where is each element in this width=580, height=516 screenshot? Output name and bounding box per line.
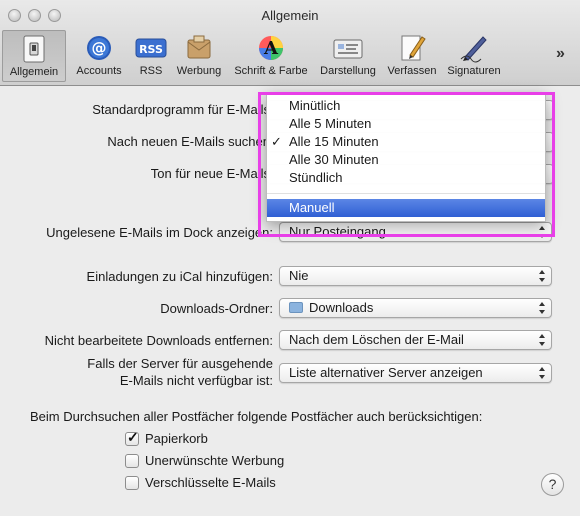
viewing-icon xyxy=(332,32,364,64)
switch-icon xyxy=(18,33,50,65)
toolbar-item-verfassen[interactable]: Verfassen xyxy=(382,30,442,82)
encrypted-checkbox[interactable] xyxy=(125,475,139,490)
help-button[interactable]: ? xyxy=(541,473,564,496)
toolbar-item-allgemein[interactable]: Allgemein xyxy=(2,30,66,82)
menu-item-label: Alle 30 Minuten xyxy=(289,152,379,167)
svg-text:@: @ xyxy=(92,39,107,57)
downloads-folder-value: Downloads xyxy=(309,300,374,315)
menu-item-label: Stündlich xyxy=(289,170,343,185)
downloads-folder-popup[interactable]: Downloads xyxy=(279,298,552,318)
toolbar-label: Darstellung xyxy=(320,65,376,77)
menu-item-label: Minütlich xyxy=(289,98,341,113)
remove-downloads-label: Nicht bearbeitete Downloads entfernen: xyxy=(44,333,273,348)
junk-checkbox[interactable] xyxy=(125,453,139,468)
svg-text:RSS: RSS xyxy=(139,43,163,56)
popup-arrows-icon xyxy=(539,367,545,379)
toolbar-label: Werbung xyxy=(176,65,222,77)
checkbox-row-trash[interactable]: Papierkorb xyxy=(125,429,208,446)
menu-item-every-15-min[interactable]: ✓ Alle 15 Minuten xyxy=(267,133,545,151)
encrypted-checkbox-label: Verschlüsselte E-Mails xyxy=(145,475,276,490)
junk-mail-icon xyxy=(183,32,215,64)
dock-unread-value: Nur Posteingang xyxy=(289,224,386,239)
compose-icon xyxy=(396,32,428,64)
server-unavailable-popup[interactable]: Liste alternativer Server anzeigen xyxy=(279,363,552,383)
toolbar-label: Allgemein xyxy=(9,66,59,78)
popup-arrows-icon xyxy=(539,302,545,314)
default-mail-label: Standardprogramm für E-Mails xyxy=(92,102,270,117)
window-titlebar: Allgemein Allgemein @ Accounts RSS RSS W… xyxy=(0,0,580,86)
popup-arrows-icon xyxy=(539,226,545,238)
popup-arrows-icon xyxy=(539,270,545,282)
menu-item-manual[interactable]: Manuell xyxy=(267,199,545,217)
ical-invitations-label: Einladungen zu iCal hinzufügen: xyxy=(86,269,273,284)
toolbar-label: Signaturen xyxy=(447,65,501,77)
toolbar-label: RSS xyxy=(139,65,163,77)
ical-invitations-popup[interactable]: Nie xyxy=(279,266,552,286)
ical-invitations-value: Nie xyxy=(289,268,309,283)
menu-item-label: Alle 5 Minuten xyxy=(289,116,372,131)
menu-item-every-5-min[interactable]: Alle 5 Minuten xyxy=(267,115,545,133)
toolbar-item-rss[interactable]: RSS RSS xyxy=(132,30,170,82)
remove-downloads-popup[interactable]: Nach dem Löschen der E-Mail xyxy=(279,330,552,350)
signature-pen-icon xyxy=(458,32,490,64)
menu-item-hourly[interactable]: Stündlich xyxy=(267,169,545,187)
svg-text:A: A xyxy=(263,38,279,59)
popup-arrows-icon xyxy=(539,334,545,346)
folder-icon xyxy=(289,302,303,313)
at-sign-icon: @ xyxy=(83,32,115,64)
toolbar-label: Schrift & Farbe xyxy=(234,65,308,77)
checkmark-icon: ✓ xyxy=(271,134,282,149)
server-unavailable-label-line1: Falls der Server für ausgehende xyxy=(87,356,273,371)
toolbar-label: Verfassen xyxy=(387,65,437,77)
server-unavailable-value: Liste alternativer Server anzeigen xyxy=(289,365,483,380)
menu-item-label: Alle 15 Minuten xyxy=(289,134,379,149)
checkbox-row-encrypted[interactable]: Verschlüsselte E-Mails xyxy=(125,475,276,490)
toolbar-label: Accounts xyxy=(76,65,122,77)
font-color-icon: A xyxy=(255,32,287,64)
search-mailboxes-label: Beim Durchsuchen aller Postfächer folgen… xyxy=(30,409,483,424)
new-mail-sound-label: Ton für neue E-Mails xyxy=(150,166,270,181)
junk-checkbox-label: Unerwünschte Werbung xyxy=(145,453,285,468)
downloads-folder-label: Downloads-Ordner: xyxy=(160,301,273,316)
menu-item-every-30-min[interactable]: Alle 30 Minuten xyxy=(267,151,545,169)
preferences-toolbar: Allgemein @ Accounts RSS RSS Werbung A S… xyxy=(2,30,506,82)
trash-checkbox[interactable] xyxy=(125,429,139,446)
toolbar-overflow-button[interactable]: » xyxy=(556,45,565,63)
checkbox-row-junk[interactable]: Unerwünschte Werbung xyxy=(125,453,284,468)
check-new-mail-label: Nach neuen E-Mails suchen xyxy=(107,134,270,149)
menu-separator xyxy=(267,193,545,194)
toolbar-item-schrift-farbe[interactable]: A Schrift & Farbe xyxy=(228,30,314,82)
toolbar-item-accounts[interactable]: @ Accounts xyxy=(66,30,132,82)
trash-checkbox-label: Papierkorb xyxy=(145,431,208,446)
check-interval-menu: Minütlich Alle 5 Minuten ✓ Alle 15 Minute… xyxy=(266,92,546,222)
window-title: Allgemein xyxy=(261,8,319,23)
dock-unread-label: Ungelesene E-Mails im Dock anzeigen: xyxy=(46,225,273,240)
dock-unread-popup[interactable]: Nur Posteingang xyxy=(279,222,552,242)
toolbar-item-darstellung[interactable]: Darstellung xyxy=(314,30,382,82)
toolbar-item-werbung[interactable]: Werbung xyxy=(170,30,228,82)
rss-icon: RSS xyxy=(135,32,167,64)
server-unavailable-label-line2: E-Mails nicht verfügbar ist: xyxy=(119,373,273,388)
toolbar-item-signaturen[interactable]: Signaturen xyxy=(442,30,506,82)
remove-downloads-value: Nach dem Löschen der E-Mail xyxy=(289,332,464,347)
menu-item-label: Manuell xyxy=(289,200,335,215)
menu-item-minutely[interactable]: Minütlich xyxy=(267,97,545,115)
